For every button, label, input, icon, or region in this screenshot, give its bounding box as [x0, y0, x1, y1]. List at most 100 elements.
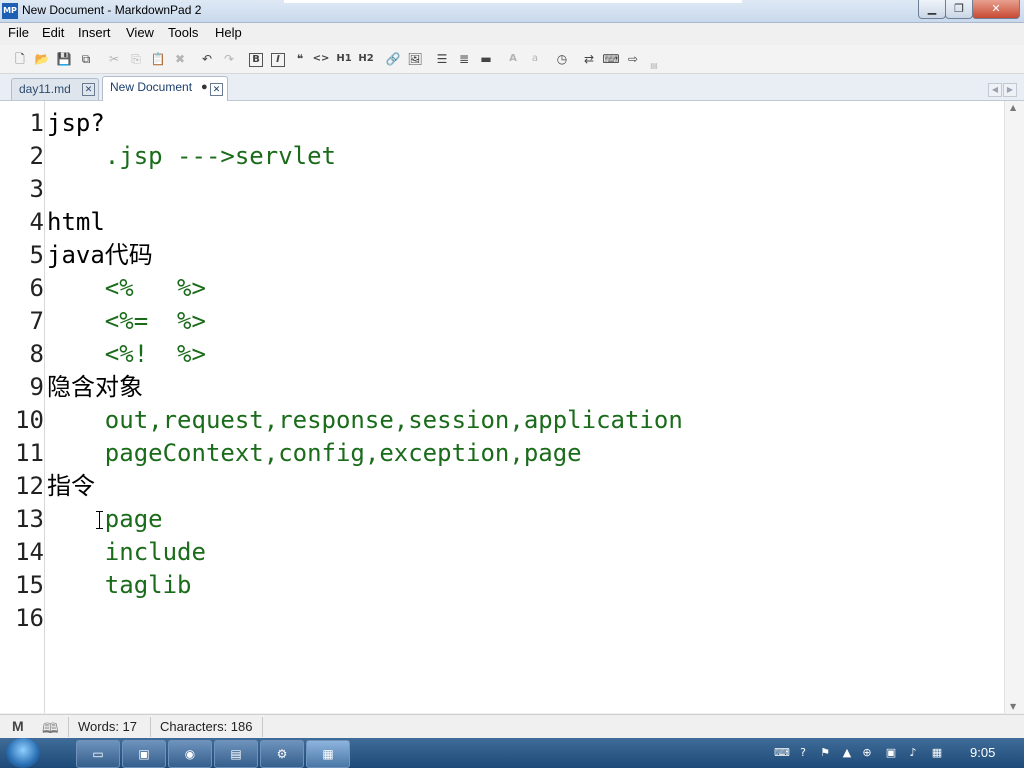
preview-icon[interactable]: ⌨ — [602, 50, 620, 68]
save-all-icon[interactable]: ⧉ — [77, 50, 95, 68]
vertical-scrollbar[interactable]: ▲ ▼ — [1004, 101, 1024, 713]
cut-icon[interactable]: ✂ — [105, 50, 123, 68]
line-number: 1 — [29, 109, 44, 137]
menu-insert[interactable]: Insert — [78, 25, 111, 40]
line-number: 5 — [29, 241, 44, 269]
open-folder-icon[interactable]: 📂 — [33, 50, 51, 68]
text-cursor-icon — [96, 511, 108, 529]
tab-bar: day11.md ✕ New Document ● ✕ ◀ ▶ — [0, 74, 1024, 101]
line-text: html — [47, 208, 105, 236]
line-number: 6 — [29, 274, 44, 302]
delete-icon[interactable]: ✖ — [171, 50, 189, 68]
word-count: Words: 17 — [78, 719, 138, 734]
new-document-icon[interactable]: 🗋 — [11, 50, 29, 68]
paste-icon[interactable]: 📋 — [149, 50, 167, 68]
link-icon[interactable]: 🔗 — [384, 50, 402, 68]
unsaved-indicator-icon: ● — [201, 81, 208, 93]
markdown-mode-icon[interactable]: M — [12, 718, 24, 734]
tab-scroll-left-icon[interactable]: ◀ — [988, 83, 1002, 97]
scroll-down-icon[interactable]: ▼ — [1010, 702, 1016, 711]
tab-new-document[interactable]: New Document ● ✕ — [102, 76, 228, 101]
quote-icon[interactable]: ❝ — [291, 50, 309, 68]
tray-show-hidden-icon[interactable]: ▲ — [840, 746, 854, 760]
code-icon[interactable]: <> — [312, 50, 330, 68]
tray-volume-icon[interactable]: ♪ — [906, 746, 920, 760]
taskbar-app-stamp-icon[interactable]: ◉ — [168, 740, 212, 768]
redo-icon[interactable]: ↷ — [220, 50, 238, 68]
line-number: 14 — [15, 538, 44, 566]
close-window-button[interactable]: ✕ — [972, 0, 1020, 19]
line-number: 11 — [15, 439, 44, 467]
close-tab-icon[interactable]: ✕ — [210, 83, 223, 96]
italic-icon[interactable]: I — [271, 53, 285, 67]
markdownpad-app-icon[interactable]: MP — [2, 3, 18, 19]
tray-network-icon[interactable]: ▦ — [930, 746, 944, 760]
menu-help[interactable]: Help — [215, 25, 242, 40]
maximize-button[interactable]: ❐ — [945, 0, 973, 19]
taskbar-settings-icon[interactable]: ⚙ — [260, 740, 304, 768]
tray-help-icon[interactable]: ? — [796, 746, 810, 760]
windows-taskbar: ▭ ▣ ◉ ▤ ⚙ ▦ ⌨ ? ⚑ ▲ ⊕ ▣ ♪ ▦ 9:05 — [0, 738, 1024, 768]
timestamp-icon[interactable]: ◷ — [553, 50, 571, 68]
menu-view[interactable]: View — [126, 25, 154, 40]
line-number: 4 — [29, 208, 44, 236]
tray-keyboard-icon[interactable]: ⌨ — [774, 746, 790, 760]
h2-icon[interactable]: H2 — [357, 50, 375, 68]
menu-tools[interactable]: Tools — [168, 25, 198, 40]
window-title: New Document - MarkdownPad 2 — [22, 3, 202, 17]
taskbar-clock[interactable]: 9:05 — [970, 745, 995, 760]
toolbar: 🗋 📂 💾 ⧉ ✂ ⎘ 📋 ✖ ↶ ↷ B I ❝ <> H1 H2 🔗 🖼 ☰… — [0, 45, 1024, 74]
taskbar-folder-icon[interactable]: ▤ — [214, 740, 258, 768]
taskbar-markdownpad-icon[interactable]: ▦ — [306, 740, 350, 768]
line-number: 2 — [29, 142, 44, 170]
markdown-editor[interactable]: 1 jsp? 2 .jsp --->servlet 3 4 html 5 java代码 6 <%… — [0, 101, 1004, 713]
line-number: 13 — [15, 505, 44, 533]
decrease-font-icon[interactable]: a — [526, 50, 544, 68]
minimize-button[interactable]: ▁ — [918, 0, 946, 19]
status-bar: M 🕮 Words: 17 Characters: 186 — [0, 714, 1024, 739]
status-separator — [150, 717, 151, 737]
line-text: <%! %> — [47, 340, 206, 368]
scroll-up-icon[interactable]: ▲ — [1010, 103, 1016, 112]
close-tab-icon[interactable]: ✕ — [82, 83, 95, 96]
menu-file[interactable]: File — [8, 25, 29, 40]
line-text: pageContext,config,exception,page — [47, 439, 582, 467]
copy-icon[interactable]: ⎘ — [127, 50, 145, 68]
line-number: 8 — [29, 340, 44, 368]
taskbar-app-red-icon[interactable]: ▣ — [122, 740, 166, 768]
bullet-list-icon[interactable]: ☰ — [433, 50, 451, 68]
tab-day11[interactable]: day11.md ✕ — [11, 78, 99, 100]
tray-nvidia-icon[interactable]: ▣ — [884, 746, 898, 760]
h1-icon[interactable]: H1 — [335, 50, 353, 68]
toolbar-grip-icon[interactable]: ▤ — [645, 57, 663, 75]
line-number: 7 — [29, 307, 44, 335]
line-number: 9 — [29, 373, 44, 401]
start-button[interactable] — [6, 738, 40, 768]
line-text: 指令 — [47, 472, 95, 500]
undo-icon[interactable]: ↶ — [198, 50, 216, 68]
horizontal-rule-icon[interactable]: ▬ — [477, 50, 495, 68]
bold-icon[interactable]: B — [249, 53, 263, 67]
menu-edit[interactable]: Edit — [42, 25, 64, 40]
tray-app-icon[interactable]: ⊕ — [860, 746, 874, 760]
line-text: out,request,response,session,application — [47, 406, 683, 434]
tray-language-icon[interactable]: ⚑ — [818, 746, 832, 760]
tab-label: day11.md — [19, 82, 71, 96]
line-number: 16 — [15, 604, 44, 632]
line-text: 隐含对象 — [47, 373, 143, 401]
line-text: .jsp --->servlet — [47, 142, 336, 170]
gutter-divider — [44, 101, 45, 713]
line-text: taglib — [47, 571, 192, 599]
swap-icon[interactable]: ⇄ — [580, 50, 598, 68]
taskbar-explorer-icon[interactable]: ▭ — [76, 740, 120, 768]
increase-font-icon[interactable]: A — [504, 50, 522, 68]
tab-scroll-right-icon[interactable]: ▶ — [1003, 83, 1017, 97]
image-icon[interactable]: 🖼 — [406, 50, 424, 68]
line-number: 12 — [15, 472, 44, 500]
numbered-list-icon[interactable]: ≣ — [455, 50, 473, 68]
save-icon[interactable]: 💾 — [55, 50, 73, 68]
export-icon[interactable]: ⇨ — [624, 50, 642, 68]
line-text: <%= %> — [47, 307, 206, 335]
tab-label: New Document — [110, 80, 193, 94]
line-text: jsp? — [47, 109, 105, 137]
